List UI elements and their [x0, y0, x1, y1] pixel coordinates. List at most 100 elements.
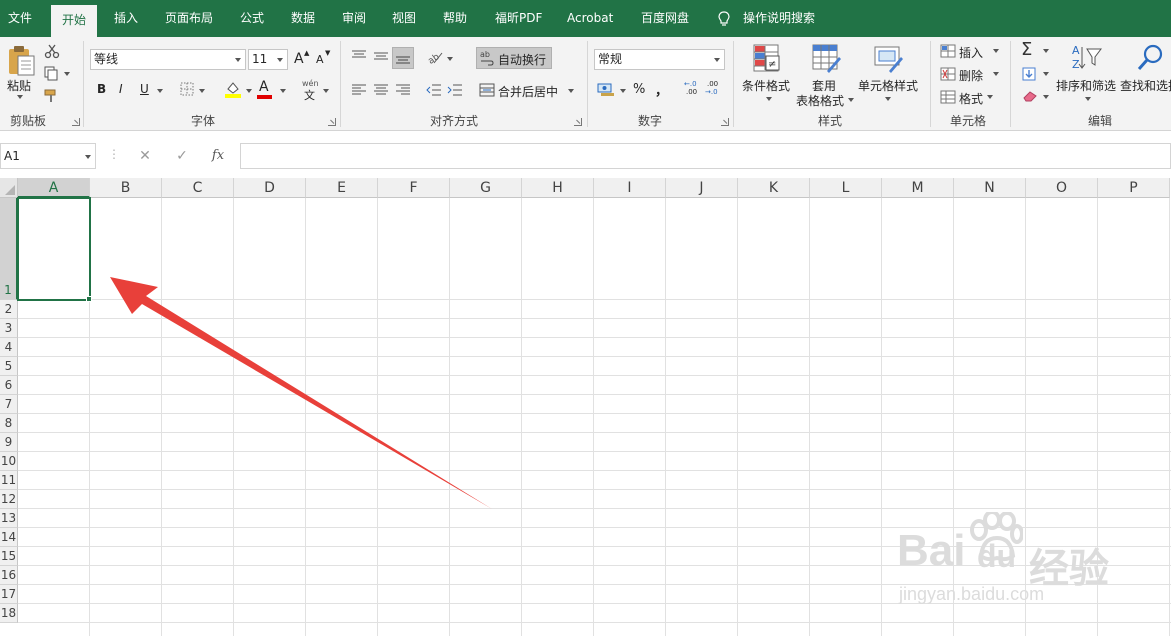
column-header-a[interactable]: A	[18, 178, 90, 198]
column-header-l[interactable]: L	[810, 178, 882, 198]
format-cells-button[interactable]: 格式	[959, 90, 983, 107]
number-dialog-launcher[interactable]	[721, 118, 729, 126]
delete-cells-button[interactable]: 删除	[959, 67, 983, 84]
column-header-j[interactable]: J	[666, 178, 738, 198]
formula-input[interactable]	[240, 143, 1171, 169]
row-header-10[interactable]: 10	[0, 452, 18, 471]
find-select-icon[interactable]	[1136, 43, 1166, 73]
fill-color-dropdown-arrow[interactable]	[246, 89, 252, 93]
format-cells-dropdown-arrow[interactable]	[987, 95, 993, 99]
increase-decimal-button[interactable]: .00	[686, 88, 697, 96]
row-header-13[interactable]: 13	[0, 509, 18, 528]
align-right-icon[interactable]	[395, 83, 411, 97]
insert-function-button[interactable]: fx	[206, 143, 230, 169]
find-select-button[interactable]: 查找和选择	[1120, 77, 1171, 94]
copy-icon[interactable]	[43, 65, 59, 81]
tab-file[interactable]: 文件	[8, 0, 32, 37]
tab-formulas[interactable]: 公式	[240, 0, 264, 37]
copy-dropdown-arrow[interactable]	[64, 72, 70, 76]
row-header-11[interactable]: 11	[0, 471, 18, 490]
tab-review[interactable]: 审阅	[342, 0, 366, 37]
row-header-1[interactable]: 1	[0, 198, 18, 300]
conditional-formatting-button[interactable]: 条件格式	[742, 77, 790, 94]
column-header-f[interactable]: F	[378, 178, 450, 198]
autosum-icon[interactable]: Σ	[1021, 39, 1032, 60]
format-painter-icon[interactable]	[43, 88, 59, 104]
row-header-12[interactable]: 12	[0, 490, 18, 509]
merge-center-button[interactable]: 合并后居中	[498, 83, 558, 100]
row-header-8[interactable]: 8	[0, 414, 18, 433]
decrease-decimal-button[interactable]: →.0	[705, 88, 718, 96]
font-color-dropdown-arrow[interactable]	[280, 89, 286, 93]
merge-dropdown-arrow[interactable]	[568, 89, 574, 93]
column-header-h[interactable]: H	[522, 178, 594, 198]
format-cells-icon[interactable]	[940, 90, 956, 104]
insert-cells-dropdown-arrow[interactable]	[993, 49, 999, 53]
tell-me-search[interactable]: 操作说明搜索	[743, 0, 815, 37]
tab-data[interactable]: 数据	[291, 0, 315, 37]
cell-styles-icon[interactable]	[873, 43, 903, 73]
tab-foxit-pdf[interactable]: 福昕PDF	[495, 0, 542, 37]
increase-font-size-button[interactable]: A	[294, 51, 304, 67]
align-center-icon[interactable]	[373, 83, 389, 97]
merge-center-icon[interactable]	[479, 82, 495, 98]
delete-cells-icon[interactable]	[940, 67, 956, 81]
fill-down-icon[interactable]	[1022, 67, 1036, 81]
decrease-font-size-button[interactable]: A	[316, 53, 324, 66]
borders-icon[interactable]	[180, 82, 194, 96]
row-header-17[interactable]: 17	[0, 585, 18, 604]
clear-dropdown-arrow[interactable]	[1043, 95, 1049, 99]
row-header-7[interactable]: 7	[0, 395, 18, 414]
align-middle-icon[interactable]	[373, 49, 389, 63]
accounting-format-icon[interactable]	[597, 81, 615, 97]
column-header-c[interactable]: C	[162, 178, 234, 198]
row-header-6[interactable]: 6	[0, 376, 18, 395]
cancel-entry-button[interactable]: ✕	[133, 143, 157, 169]
name-box[interactable]: A1	[0, 143, 96, 169]
align-top-icon[interactable]	[351, 49, 367, 63]
borders-dropdown-arrow[interactable]	[199, 89, 205, 93]
orientation-dropdown-arrow[interactable]	[447, 57, 453, 61]
number-format-combo[interactable]: 常规	[594, 49, 725, 70]
bold-button[interactable]: B	[97, 82, 106, 96]
phonetic-guide-button[interactable]: 文	[304, 87, 315, 103]
underline-button[interactable]: U	[140, 82, 149, 96]
format-as-table-dropdown-arrow[interactable]	[848, 98, 854, 102]
font-name-combo[interactable]: 等线	[90, 49, 246, 70]
clipboard-dialog-launcher[interactable]	[72, 118, 80, 126]
delete-cells-dropdown-arrow[interactable]	[993, 72, 999, 76]
autosum-dropdown-arrow[interactable]	[1043, 49, 1049, 53]
conditional-formatting-dropdown-arrow[interactable]	[766, 97, 772, 101]
cut-icon[interactable]	[44, 43, 60, 59]
percent-style-button[interactable]: %	[633, 82, 645, 97]
conditional-formatting-icon[interactable]: ≠	[752, 43, 782, 73]
clear-eraser-icon[interactable]	[1022, 90, 1038, 102]
comma-style-button[interactable]: ，	[655, 80, 668, 99]
align-left-icon[interactable]	[351, 83, 367, 97]
tab-view[interactable]: 视图	[392, 0, 416, 37]
row-header-14[interactable]: 14	[0, 528, 18, 547]
column-header-b[interactable]: B	[90, 178, 162, 198]
row-header-9[interactable]: 9	[0, 433, 18, 452]
fill-dropdown-arrow[interactable]	[1043, 72, 1049, 76]
font-size-combo[interactable]: 11	[248, 49, 288, 70]
column-header-d[interactable]: D	[234, 178, 306, 198]
row-header-18[interactable]: 18	[0, 604, 18, 623]
row-header-4[interactable]: 4	[0, 338, 18, 357]
active-cell-a1[interactable]	[17, 197, 91, 301]
alignment-dialog-launcher[interactable]	[574, 118, 582, 126]
column-header-m[interactable]: M	[882, 178, 954, 198]
paste-button[interactable]: 粘贴	[7, 77, 31, 94]
accounting-dropdown-arrow[interactable]	[620, 89, 626, 93]
column-header-k[interactable]: K	[738, 178, 810, 198]
paste-icon[interactable]	[6, 44, 36, 76]
fill-handle[interactable]	[86, 296, 92, 302]
row-header-3[interactable]: 3	[0, 319, 18, 338]
insert-cells-button[interactable]: 插入	[959, 44, 983, 61]
sort-filter-icon[interactable]: AZ	[1071, 43, 1103, 73]
column-header-g[interactable]: G	[450, 178, 522, 198]
underline-dropdown-arrow[interactable]	[157, 89, 163, 93]
increase-indent-icon[interactable]	[447, 83, 463, 97]
decrease-indent-icon[interactable]	[426, 83, 442, 97]
tab-home[interactable]: 开始	[51, 5, 98, 37]
